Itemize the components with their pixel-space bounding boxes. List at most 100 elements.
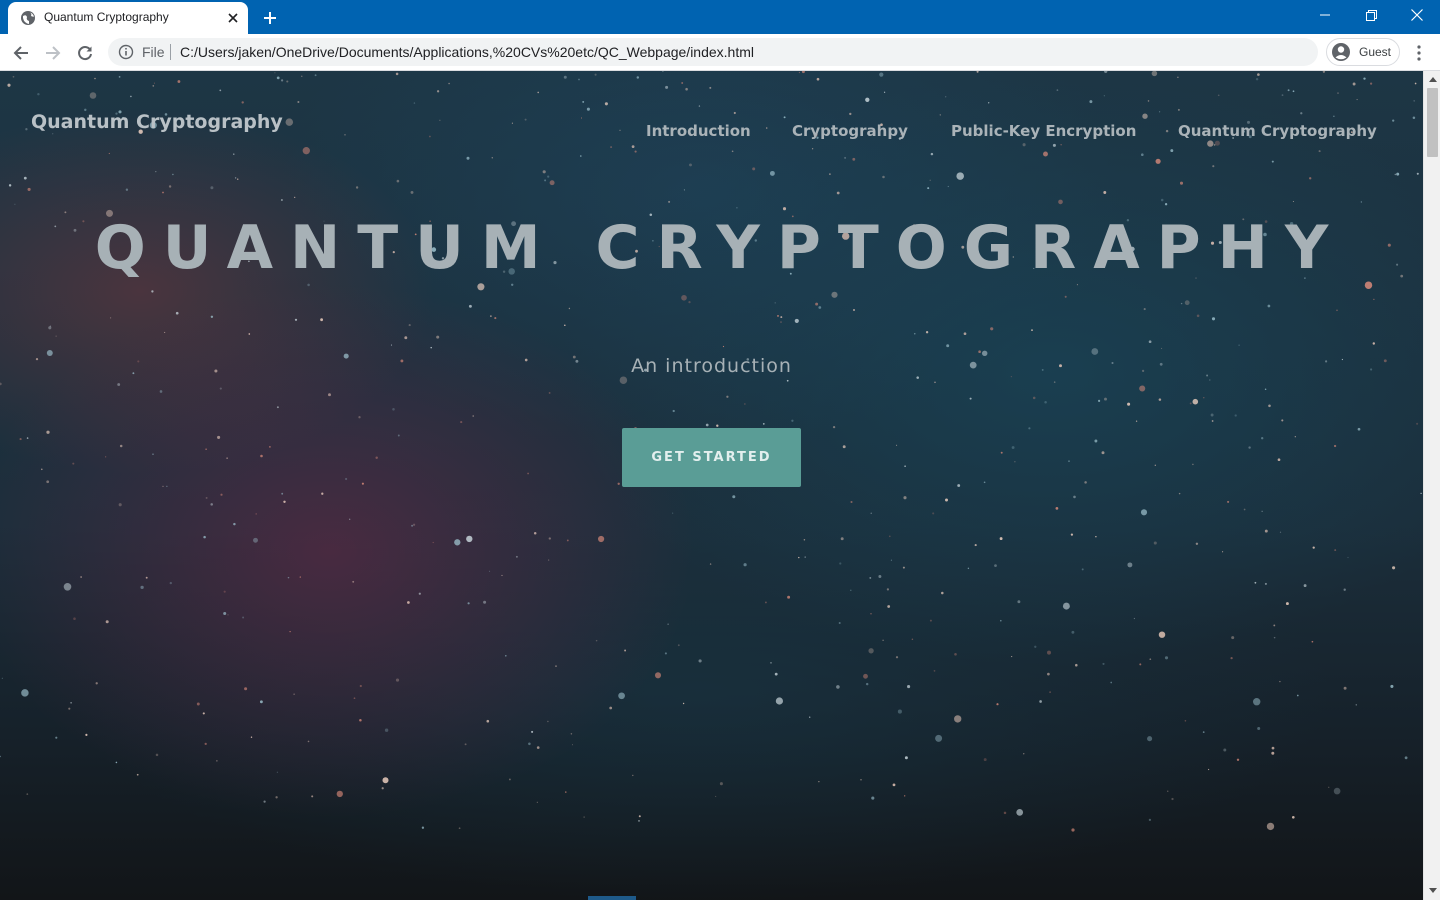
star-particle bbox=[689, 163, 692, 167]
nav-link-quantum-cryptography[interactable]: Quantum Cryptography bbox=[1178, 122, 1377, 140]
star-particle bbox=[1034, 645, 1037, 648]
star-particle bbox=[764, 601, 767, 604]
nav-link-cryptography[interactable]: Cryptograhpy bbox=[792, 122, 908, 140]
star-particle bbox=[294, 196, 296, 199]
browser-menu-button[interactable] bbox=[1408, 40, 1430, 66]
browser-tab[interactable]: Quantum Cryptography bbox=[8, 2, 248, 34]
star-particle bbox=[698, 105, 701, 107]
scroll-up-button[interactable] bbox=[1424, 71, 1440, 87]
browser-toolbar: File C:/Users/jaken/OneDrive/Documents/A… bbox=[0, 34, 1440, 71]
profile-button[interactable]: Guest bbox=[1326, 38, 1400, 66]
star-particle bbox=[505, 655, 507, 657]
star-particle bbox=[0, 382, 2, 386]
star-particle bbox=[396, 179, 400, 183]
star-particle bbox=[780, 316, 783, 319]
star-particle bbox=[1098, 399, 1101, 402]
star-particle bbox=[586, 107, 590, 111]
address-bar[interactable]: File C:/Users/jaken/OneDrive/Documents/A… bbox=[108, 38, 1318, 66]
star-particle bbox=[72, 462, 75, 465]
star-particle bbox=[1337, 92, 1339, 94]
page-viewport: Quantum Cryptography Introduction Crypto… bbox=[0, 71, 1423, 900]
star-particle bbox=[7, 83, 11, 87]
star-particle bbox=[390, 344, 393, 346]
star-particle bbox=[280, 199, 283, 201]
star-particle bbox=[1071, 828, 1075, 832]
star-particle bbox=[850, 500, 853, 504]
star-particle bbox=[580, 155, 582, 157]
star-particle bbox=[404, 336, 408, 340]
star-particle bbox=[868, 648, 874, 654]
minimize-button[interactable] bbox=[1302, 0, 1348, 30]
restore-button[interactable] bbox=[1348, 0, 1394, 30]
star-particle bbox=[685, 87, 688, 91]
star-particle bbox=[555, 665, 557, 667]
star-particle bbox=[108, 152, 110, 155]
star-particle bbox=[932, 512, 935, 515]
star-particle bbox=[274, 72, 276, 74]
star-particle bbox=[276, 76, 280, 80]
star-particle bbox=[1039, 700, 1042, 703]
nav-link-introduction[interactable]: Introduction bbox=[646, 122, 751, 140]
star-particle bbox=[783, 116, 786, 119]
get-started-button[interactable]: GET STARTED bbox=[622, 428, 801, 487]
star-particle bbox=[1309, 177, 1312, 180]
star-particle bbox=[1231, 636, 1235, 640]
star-particle bbox=[80, 576, 82, 578]
star-particle bbox=[665, 85, 669, 89]
new-tab-button[interactable] bbox=[258, 6, 282, 30]
star-particle bbox=[744, 403, 746, 405]
address-separator bbox=[170, 44, 171, 60]
person-icon bbox=[1332, 43, 1350, 61]
star-particle bbox=[946, 344, 950, 348]
star-particle bbox=[1273, 636, 1276, 639]
star-particle bbox=[929, 179, 931, 181]
star-particle bbox=[672, 409, 675, 413]
star-particle bbox=[68, 707, 71, 710]
info-icon[interactable] bbox=[118, 44, 134, 60]
star-particle bbox=[219, 387, 222, 390]
star-particle bbox=[85, 733, 88, 737]
reload-button[interactable] bbox=[72, 40, 98, 66]
scroll-down-button[interactable] bbox=[1424, 882, 1440, 898]
star-particle bbox=[145, 576, 148, 579]
star-particle bbox=[244, 687, 248, 691]
back-button[interactable] bbox=[8, 40, 34, 66]
star-particle bbox=[809, 716, 811, 718]
star-particle bbox=[89, 92, 97, 99]
page-scrollbar[interactable] bbox=[1423, 71, 1440, 900]
star-particle bbox=[849, 112, 852, 116]
star-particle bbox=[166, 485, 168, 487]
star-particle bbox=[490, 315, 492, 317]
star-particle bbox=[1142, 113, 1148, 119]
star-particle bbox=[1164, 203, 1168, 206]
star-particle bbox=[798, 556, 800, 559]
star-particle bbox=[397, 434, 400, 437]
tab-close-button[interactable] bbox=[224, 9, 242, 27]
star-particle bbox=[549, 180, 555, 186]
star-particle bbox=[934, 381, 936, 384]
star-particle bbox=[49, 325, 52, 327]
star-particle bbox=[395, 678, 400, 682]
scroll-thumb[interactable] bbox=[1427, 88, 1438, 157]
star-particle bbox=[118, 503, 122, 507]
star-particle bbox=[321, 492, 324, 495]
star-particle bbox=[1031, 329, 1033, 331]
star-particle bbox=[1023, 753, 1025, 755]
star-particle bbox=[1184, 720, 1187, 722]
star-particle bbox=[1279, 531, 1282, 533]
address-url[interactable]: C:/Users/jaken/OneDrive/Documents/Applic… bbox=[180, 44, 754, 60]
star-particle bbox=[957, 484, 961, 487]
star-particle bbox=[1343, 686, 1347, 690]
star-particle bbox=[882, 175, 885, 179]
star-particle bbox=[205, 496, 208, 499]
star-particle bbox=[1047, 672, 1050, 676]
star-particle bbox=[548, 391, 551, 394]
star-particle bbox=[1333, 787, 1341, 795]
nav-link-public-key-encryption[interactable]: Public-Key Encryption bbox=[951, 122, 1136, 140]
star-particle bbox=[774, 672, 778, 676]
star-particle bbox=[1292, 200, 1294, 203]
star-particle bbox=[664, 652, 667, 655]
close-window-button[interactable] bbox=[1394, 0, 1440, 30]
site-brand[interactable]: Quantum Cryptography bbox=[31, 111, 283, 133]
forward-button[interactable] bbox=[40, 40, 66, 66]
